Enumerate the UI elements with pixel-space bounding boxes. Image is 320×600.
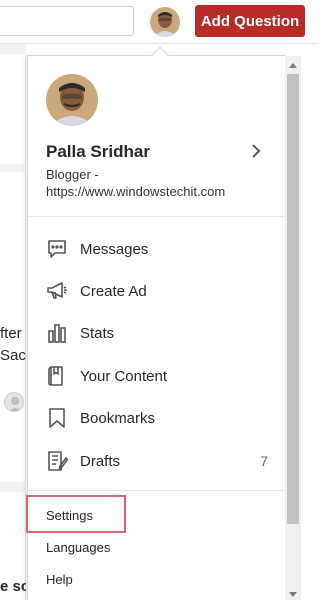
scrollbar-thumb[interactable] [287, 74, 299, 524]
divider [28, 216, 286, 217]
menu-item-label: Create Ad [80, 282, 147, 300]
avatar[interactable] [150, 7, 180, 37]
menu-item-languages[interactable]: Languages [46, 540, 110, 555]
menu-item-help[interactable]: Help [46, 572, 73, 587]
menu-item-label: Messages [80, 240, 149, 258]
user-placeholder-icon [4, 392, 24, 412]
profile-credential: Blogger - https://www.windowstechit.com [46, 166, 236, 200]
top-bar: Add Question [0, 0, 318, 44]
content-icon [46, 365, 68, 387]
menu-item-label: Drafts [80, 452, 121, 470]
profile-avatar[interactable] [46, 74, 98, 126]
profile-name[interactable]: Palla Sridhar [46, 142, 150, 162]
stats-icon [46, 322, 68, 344]
bookmark-icon [46, 407, 68, 429]
feed-text: fter [0, 325, 22, 342]
feed-text: Sach [0, 347, 26, 364]
menu-item-bookmarks[interactable]: Bookmarks [46, 404, 268, 432]
search-input[interactable] [0, 6, 134, 36]
profile-dropdown: Palla Sridhar Blogger - https://www.wind… [26, 55, 286, 600]
credential-line: https://www.windowstechit.com [46, 184, 226, 199]
scroll-down-arrow-icon[interactable] [285, 588, 301, 600]
menu-item-label: Bookmarks [80, 409, 156, 427]
menu-item-drafts[interactable]: Drafts 7 [46, 447, 268, 475]
feed-card [0, 54, 26, 164]
messages-icon [46, 238, 68, 260]
feed-text: e so [0, 578, 26, 595]
menu-item-label: Stats [80, 324, 115, 342]
credential-line: Blogger - [46, 167, 99, 182]
divider [28, 490, 286, 491]
add-question-button[interactable]: Add Question [195, 5, 305, 37]
menu-item-label: Your Content [80, 367, 168, 385]
menu-item-create-ad[interactable]: Create Ad [46, 277, 268, 305]
megaphone-icon [46, 280, 68, 302]
drafts-count: 7 [260, 453, 268, 469]
menu-item-settings[interactable]: Settings [46, 508, 93, 523]
chevron-right-icon[interactable] [248, 141, 264, 161]
scrollbar[interactable] [285, 56, 301, 600]
menu-item-messages[interactable]: Messages [46, 235, 268, 263]
drafts-icon [46, 450, 68, 472]
scroll-up-arrow-icon[interactable] [285, 60, 301, 72]
menu-item-your-content[interactable]: Your Content [46, 362, 268, 390]
menu-item-stats[interactable]: Stats [46, 319, 268, 347]
